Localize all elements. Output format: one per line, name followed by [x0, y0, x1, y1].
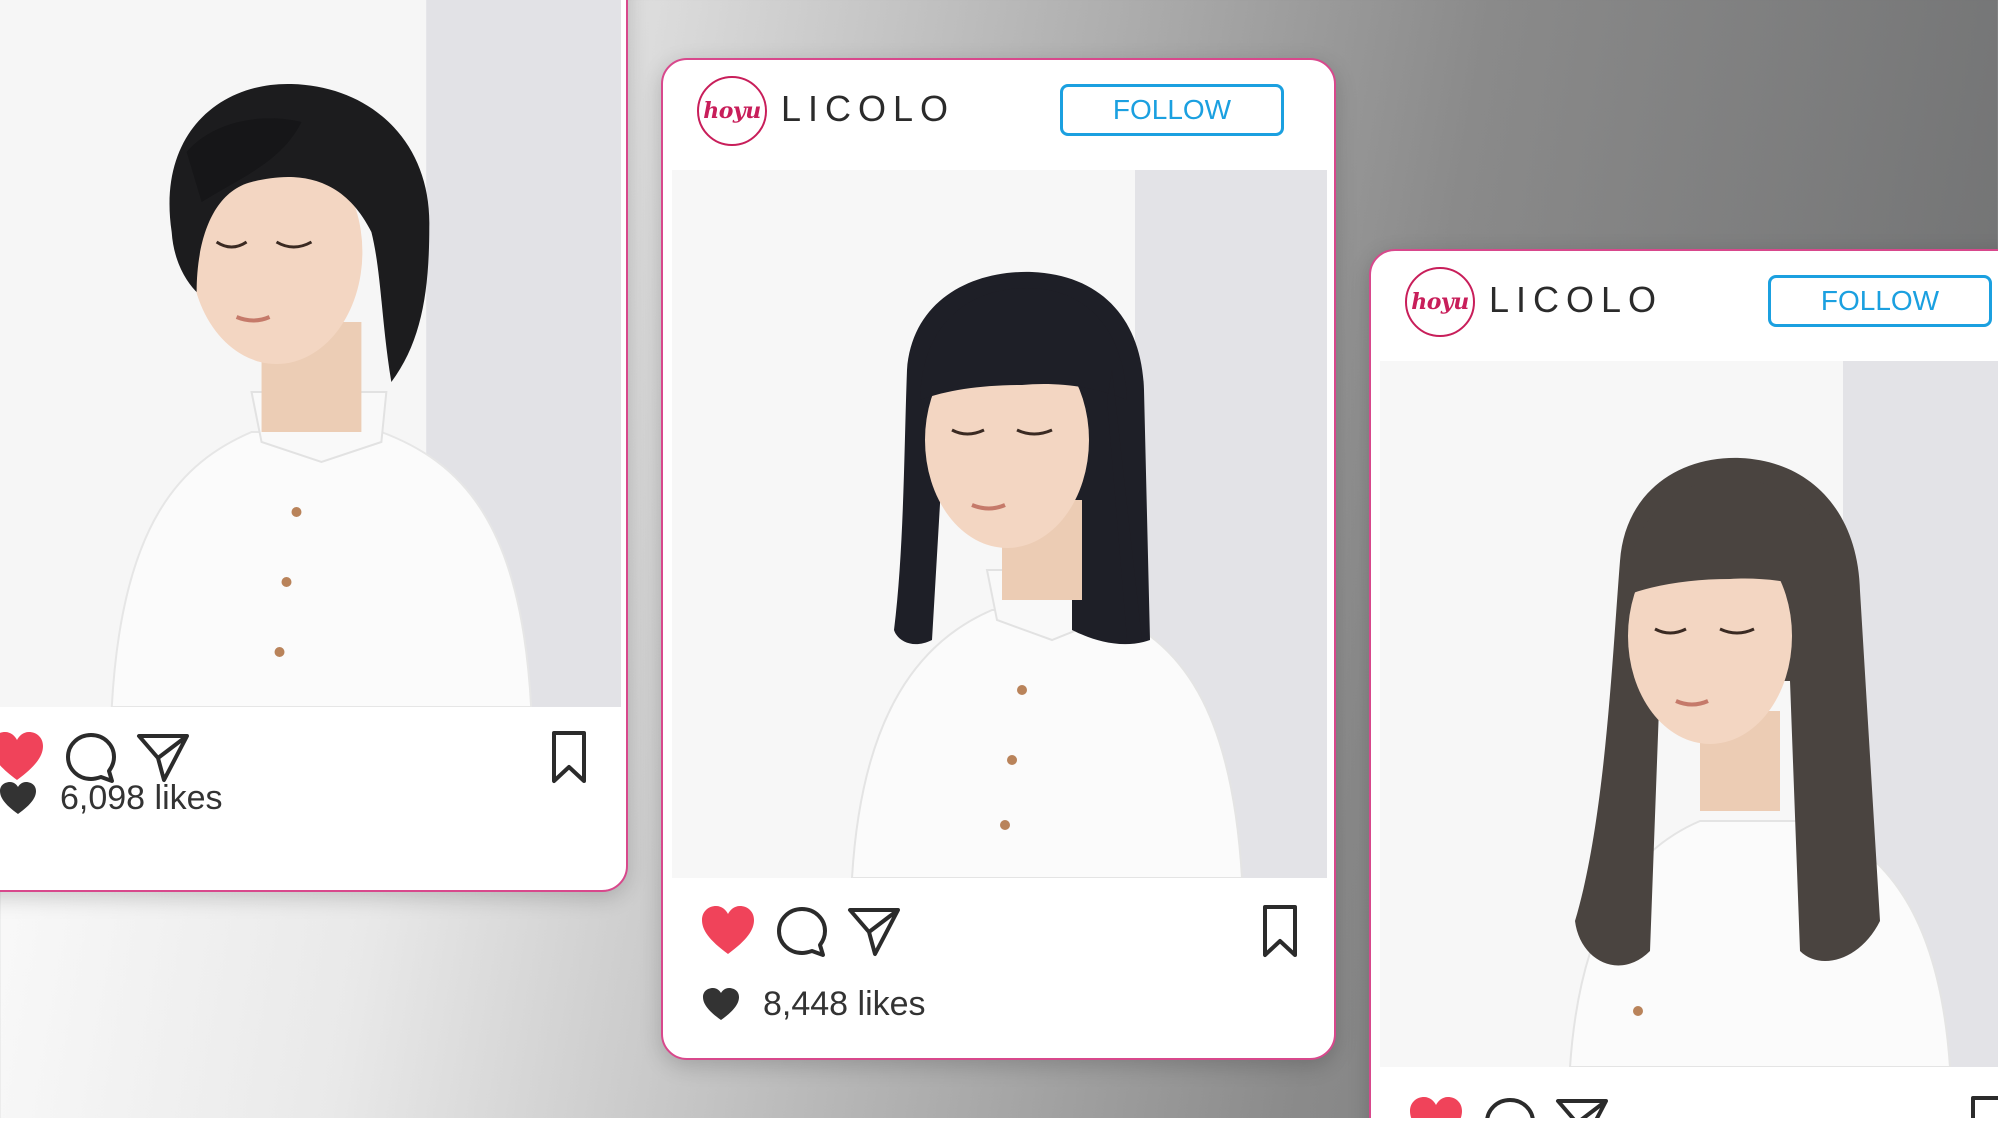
post-photo[interactable] [0, 0, 621, 707]
brand-logo[interactable]: hoyu [697, 76, 767, 146]
likes-count[interactable]: 6,098 likes [0, 776, 223, 820]
bookmark-icon [1263, 905, 1297, 957]
save-button[interactable] [540, 728, 598, 786]
post-header: hoyu LICOLO FOLLOW [663, 60, 1334, 170]
bookmark-icon [552, 731, 586, 783]
heart-icon [702, 906, 754, 954]
post-photo[interactable] [1380, 361, 1998, 1067]
portrait-image [0, 0, 621, 707]
heart-icon [701, 986, 741, 1022]
follow-button[interactable]: FOLLOW [1768, 275, 1992, 327]
send-icon [848, 908, 900, 956]
post-header: hoyu LICOLO FOLLOW [1371, 251, 1998, 361]
follow-button[interactable]: FOLLOW [1060, 84, 1284, 136]
post-card-2: hoyu LICOLO FOLLOW 8,448 likes [661, 58, 1336, 1060]
brand-name[interactable]: LICOLO [1489, 279, 1663, 321]
post-card-3: hoyu LICOLO FOLLOW [1369, 249, 1998, 1122]
like-button[interactable] [699, 902, 757, 960]
portrait-image [1380, 361, 1998, 1067]
bottom-edge [0, 1118, 1998, 1122]
brand-logo[interactable]: hoyu [1405, 267, 1475, 337]
brand-name[interactable]: LICOLO [781, 88, 955, 130]
likes-text: 8,448 likes [763, 984, 926, 1023]
save-button[interactable] [1251, 902, 1309, 960]
heart-icon [0, 780, 38, 816]
post-photo[interactable] [672, 170, 1327, 878]
brand-logo-text: hoyu [1411, 289, 1469, 315]
likes-count[interactable]: 8,448 likes [701, 982, 926, 1026]
comment-button[interactable] [773, 902, 831, 960]
post-card-1: 6,098 likes [0, 0, 628, 892]
likes-text: 6,098 likes [60, 778, 223, 817]
comment-icon [777, 907, 827, 957]
share-button[interactable] [845, 902, 903, 960]
portrait-image [672, 170, 1327, 878]
brand-logo-text: hoyu [703, 98, 761, 124]
